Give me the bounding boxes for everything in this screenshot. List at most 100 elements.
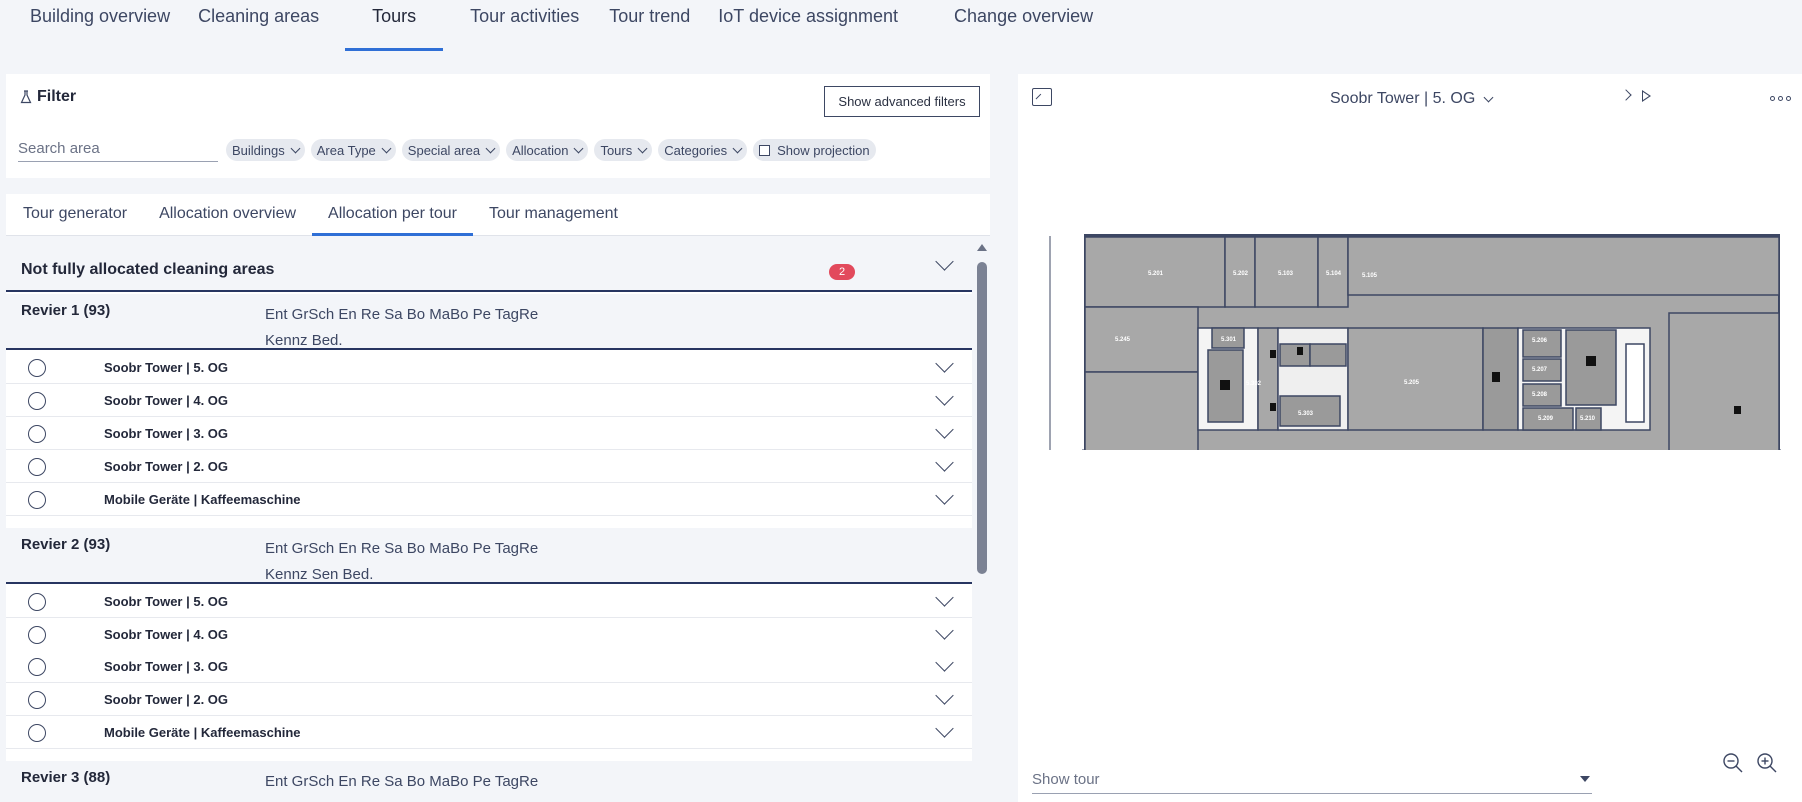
radio-button[interactable] xyxy=(28,359,46,377)
list-item[interactable]: Soobr Tower | 5. OG xyxy=(6,585,972,618)
room-label: 5.302 xyxy=(1246,381,1262,387)
revier-header[interactable]: Revier 1 (93) Ent GrSch En Re Sa Bo MaBo… xyxy=(6,294,972,350)
chevron-down-icon xyxy=(485,143,496,153)
section-title: Not fully allocated cleaning areas xyxy=(21,261,275,278)
revier-columns-line: Ent GrSch En Re Sa Bo MaBo Pe TagRe xyxy=(265,773,539,790)
tab-iot-device-assignment[interactable]: IoT device assignment xyxy=(716,0,924,52)
scroll-up-icon[interactable] xyxy=(977,244,987,251)
show-tour-select[interactable]: Show tour xyxy=(1032,768,1592,794)
flask-icon xyxy=(20,90,32,104)
subtab-tour-management[interactable]: Tour management xyxy=(473,194,634,235)
revier-columns: Ent GrSch En Re Sa Bo MaBo Pe TagRe xyxy=(265,769,585,795)
list-item[interactable]: Soobr Tower | 4. OG xyxy=(6,384,972,417)
show-projection-checkbox[interactable]: Show projection xyxy=(753,139,876,161)
tab-cleaning-areas[interactable]: Cleaning areas xyxy=(196,0,345,52)
list-item[interactable]: Soobr Tower | 3. OG xyxy=(6,417,972,450)
chevron-down-icon xyxy=(732,143,743,153)
room-label: 5.103 xyxy=(1278,271,1294,277)
left-panel: Filter Show advanced filters Buildings A… xyxy=(6,74,990,802)
chevron-down-icon[interactable] xyxy=(935,420,954,439)
scroll-thumb[interactable] xyxy=(977,262,987,574)
list-item[interactable]: Mobile Geräte | Kaffeemaschine xyxy=(6,716,972,749)
special-area-filter-chip[interactable]: Special area xyxy=(401,139,501,161)
filter-heading: Filter xyxy=(20,88,76,106)
chevron-down-icon[interactable] xyxy=(935,252,954,271)
chevron-down-icon[interactable] xyxy=(935,453,954,472)
subtab-allocation-per-tour[interactable]: Allocation per tour xyxy=(312,194,473,236)
room-label: 5.205 xyxy=(1404,380,1420,386)
top-navigation: Building overview Cleaning areas Tours T… xyxy=(0,0,1802,52)
radio-button[interactable] xyxy=(28,425,46,443)
chevron-down-icon[interactable] xyxy=(935,486,954,505)
radio-button[interactable] xyxy=(28,658,46,676)
list-item[interactable]: Mobile Geräte | Kaffeemaschine xyxy=(6,483,972,516)
floor-selector[interactable]: Soobr Tower | 5. OG xyxy=(1330,90,1494,108)
radio-button[interactable] xyxy=(28,626,46,644)
list-item-label: Mobile Geräte | Kaffeemaschine xyxy=(104,492,301,507)
radio-button[interactable] xyxy=(28,491,46,509)
area-type-filter-chip[interactable]: Area Type xyxy=(310,139,396,161)
tab-tour-activities[interactable]: Tour activities xyxy=(443,0,605,52)
filter-card: Filter Show advanced filters Buildings A… xyxy=(6,74,990,178)
chevron-down-icon[interactable] xyxy=(935,588,954,607)
list-item-label: Soobr Tower | 2. OG xyxy=(104,459,229,474)
chevron-down-icon[interactable] xyxy=(935,387,954,406)
room-label: 5.207 xyxy=(1532,367,1548,373)
not-fully-allocated-section[interactable]: Not fully allocated cleaning areas 2 xyxy=(6,238,972,292)
allocation-filter-chip[interactable]: Allocation xyxy=(506,139,589,161)
revier-header[interactable]: Revier 2 (93) Ent GrSch En Re Sa Bo MaBo… xyxy=(6,528,972,584)
filter-title: Filter xyxy=(37,88,77,105)
radio-button[interactable] xyxy=(28,724,46,742)
room-label: 5.208 xyxy=(1532,392,1548,398)
chip-label: Categories xyxy=(664,142,728,158)
revier-columns-line: Ent GrSch En Re Sa Bo MaBo Pe TagRe xyxy=(265,306,539,323)
tab-tour-trend[interactable]: Tour trend xyxy=(605,0,716,52)
expand-icon[interactable] xyxy=(1032,88,1052,106)
list-item[interactable]: Soobr Tower | 2. OG xyxy=(6,450,972,483)
floor-plan[interactable]: 5.201 5.202 5.103 5.104 5.105 5.245 5.30… xyxy=(1048,160,1792,450)
chip-label: Area Type xyxy=(316,142,376,158)
chip-label: Tours xyxy=(600,142,633,158)
subtab-allocation-overview[interactable]: Allocation overview xyxy=(143,194,312,235)
chevron-down-icon xyxy=(1483,92,1494,102)
chip-label: Special area xyxy=(407,142,481,158)
search-area-input[interactable] xyxy=(18,136,218,162)
list-item[interactable]: Soobr Tower | 5. OG xyxy=(6,351,972,384)
radio-button[interactable] xyxy=(28,392,46,410)
list-item-label: Mobile Geräte | Kaffeemaschine xyxy=(104,725,301,740)
room-label: 5.206 xyxy=(1532,338,1548,344)
tours-filter-chip[interactable]: Tours xyxy=(594,139,653,161)
list-item[interactable]: Soobr Tower | 3. OG xyxy=(6,650,972,683)
list-scrollbar[interactable] xyxy=(973,238,990,802)
list-item[interactable]: Soobr Tower | 2. OG xyxy=(6,683,972,716)
chevron-down-icon[interactable] xyxy=(935,354,954,373)
radio-button[interactable] xyxy=(28,691,46,709)
chevron-down-icon[interactable] xyxy=(935,719,954,738)
chevron-down-icon[interactable] xyxy=(935,621,954,640)
subtab-tour-generator[interactable]: Tour generator xyxy=(6,194,143,235)
room-label: 5.301 xyxy=(1221,337,1237,343)
revier-name: Revier 3 (88) xyxy=(21,769,111,786)
categories-filter-chip[interactable]: Categories xyxy=(658,139,748,161)
revier-header[interactable]: Revier 3 (88) Ent GrSch En Re Sa Bo MaBo… xyxy=(6,761,972,802)
tab-change-overview[interactable]: Change overview xyxy=(924,0,1119,52)
buildings-filter-chip[interactable]: Buildings xyxy=(226,139,305,161)
more-options-icon[interactable] xyxy=(1770,96,1791,101)
list-item-label: Soobr Tower | 3. OG xyxy=(104,659,229,674)
zoom-in-icon[interactable] xyxy=(1756,752,1778,774)
tab-tours[interactable]: Tours xyxy=(345,0,444,52)
floor-title: Soobr Tower | 5. OG xyxy=(1330,90,1476,107)
chevron-down-icon[interactable] xyxy=(935,653,954,672)
radio-button[interactable] xyxy=(28,458,46,476)
play-icon[interactable] xyxy=(1642,90,1651,102)
list-item[interactable]: Soobr Tower | 4. OG xyxy=(6,618,972,651)
chevron-down-icon xyxy=(290,143,301,153)
show-advanced-filters-button[interactable]: Show advanced filters xyxy=(824,86,980,117)
chevron-right-icon[interactable] xyxy=(1620,89,1632,101)
chevron-down-icon[interactable] xyxy=(935,686,954,705)
tab-building-overview[interactable]: Building overview xyxy=(0,0,196,52)
radio-button[interactable] xyxy=(28,593,46,611)
zoom-out-icon[interactable] xyxy=(1722,752,1744,774)
room-label: 5.209 xyxy=(1538,416,1554,422)
revier-columns-line: Ent GrSch En Re Sa Bo MaBo Pe TagRe xyxy=(265,540,539,557)
